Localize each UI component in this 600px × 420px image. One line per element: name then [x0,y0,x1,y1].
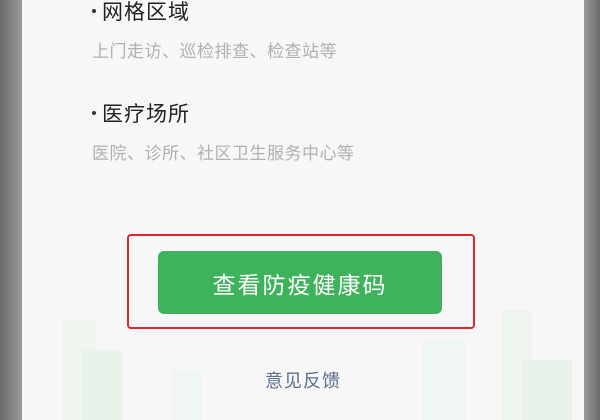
section-grid-area: 网格区域 上门走访、巡检排查、检查站等 [92,0,337,62]
device-frame-left [0,0,22,420]
feedback-link[interactable]: 意见反馈 [22,367,584,393]
content-card: 网格区域 上门走访、巡检排查、检查站等 医疗场所 医院、诊所、社区卫生服务中心等… [22,0,584,420]
view-health-code-button[interactable]: 查看防疫健康码 [158,251,442,314]
device-frame-right [584,0,600,420]
section-title: 网格区域 [102,0,190,24]
section-description: 上门走访、巡检排查、检查站等 [92,42,337,62]
section-title: 医疗场所 [102,102,190,126]
section-medical-places: 医疗场所 医院、诊所、社区卫生服务中心等 [92,99,355,164]
bullet-dot [92,9,96,13]
section-description: 医院、诊所、社区卫生服务中心等 [92,144,355,164]
bullet-dot [92,111,96,115]
